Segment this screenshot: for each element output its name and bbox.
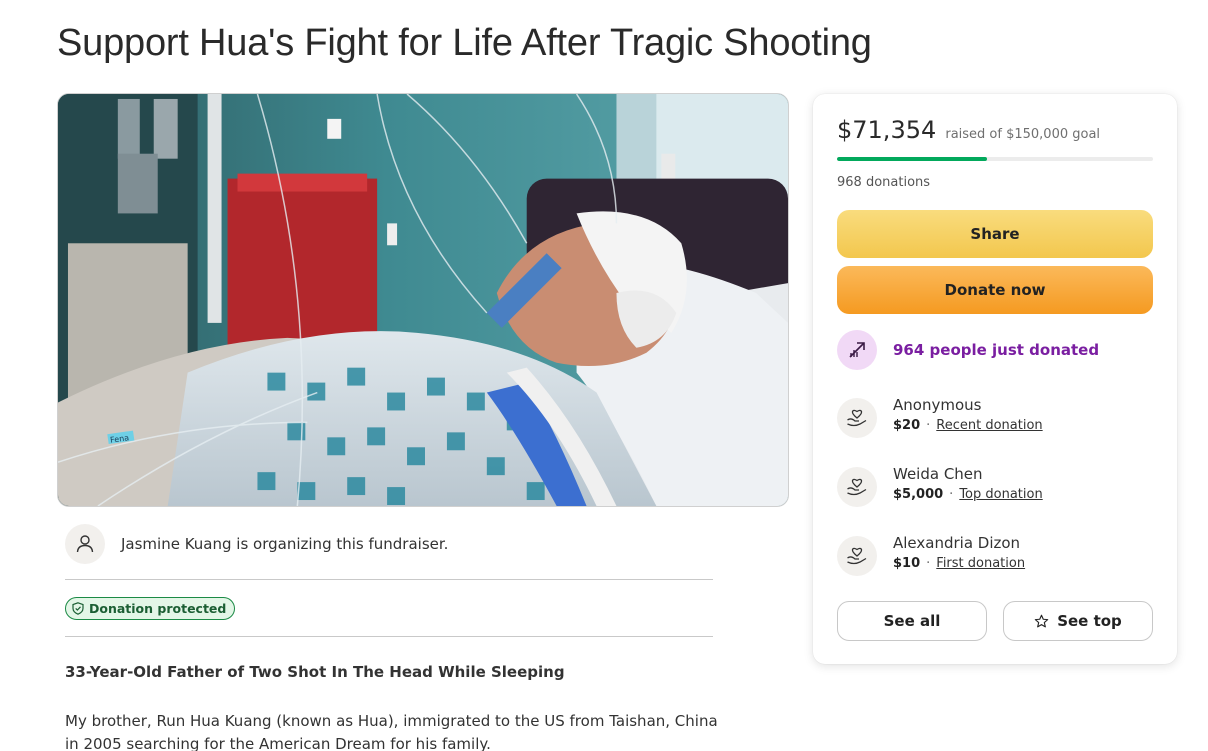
hero-photo: Fena bbox=[57, 93, 789, 507]
story-title: 33-Year-Old Father of Two Shot In The He… bbox=[65, 663, 565, 681]
badge-label: Donation protected bbox=[89, 601, 227, 616]
donor-item: Weida Chen $5,000 · Top donation bbox=[837, 465, 1043, 507]
separator-dot: · bbox=[949, 487, 954, 502]
donate-now-button[interactable]: Donate now bbox=[837, 266, 1153, 314]
raised-goal: raised of $150,000 goal bbox=[945, 127, 1101, 142]
trending-up-icon bbox=[837, 330, 877, 370]
hospital-photo: Fena bbox=[58, 94, 788, 506]
raised-row: $71,354 raised of $150,000 goal bbox=[837, 116, 1100, 144]
see-all-button[interactable]: See all bbox=[837, 601, 987, 641]
page-title: Support Hua's Fight for Life After Tragi… bbox=[57, 22, 872, 64]
donor-name: Anonymous bbox=[893, 396, 982, 414]
progress-bar bbox=[837, 157, 1153, 161]
story-body: My brother, Run Hua Kuang (known as Hua)… bbox=[65, 712, 718, 751]
shield-icon bbox=[72, 602, 84, 615]
see-top-label: See top bbox=[1057, 612, 1122, 630]
donor-amount: $10 bbox=[893, 556, 921, 571]
heart-hand-icon bbox=[837, 467, 877, 507]
person-icon bbox=[76, 535, 94, 553]
donor-amount: $5,000 bbox=[893, 487, 944, 502]
see-all-label: See all bbox=[883, 612, 941, 630]
donor-name: Alexandria Dizon bbox=[893, 534, 1021, 552]
heart-hand-icon bbox=[837, 536, 877, 576]
divider-top bbox=[65, 579, 713, 580]
star-icon bbox=[1034, 614, 1049, 627]
donor-item: Anonymous $20 · Recent donation bbox=[837, 396, 1043, 438]
progress-fill bbox=[837, 157, 988, 161]
trend-text: 964 people just donated bbox=[893, 341, 1100, 359]
see-top-button[interactable]: See top bbox=[1003, 601, 1153, 641]
donor-tag-link[interactable]: First donation bbox=[936, 556, 1025, 571]
share-button[interactable]: Share bbox=[837, 210, 1153, 258]
donation-card: $71,354 raised of $150,000 goal 968 dona… bbox=[813, 94, 1177, 664]
donor-tag-link[interactable]: Recent donation bbox=[936, 418, 1042, 433]
divider-bottom bbox=[65, 636, 713, 637]
donations-count: 968 donations bbox=[837, 175, 931, 190]
donor-tag-link[interactable]: Top donation bbox=[959, 487, 1042, 502]
heart-hand-icon bbox=[837, 398, 877, 438]
raised-amount: $71,354 bbox=[837, 116, 937, 144]
organizer-avatar bbox=[65, 524, 105, 564]
organizer-text: Jasmine Kuang is organizing this fundrai… bbox=[121, 535, 449, 553]
donor-name: Weida Chen bbox=[893, 465, 983, 483]
donor-amount: $20 bbox=[893, 418, 921, 433]
trend-row: 964 people just donated bbox=[837, 330, 1099, 370]
organizer-row: Jasmine Kuang is organizing this fundrai… bbox=[65, 524, 713, 564]
separator-dot: · bbox=[926, 418, 931, 433]
donation-protected-badge[interactable]: Donation protected bbox=[65, 597, 236, 620]
donor-item: Alexandria Dizon $10 · First donation bbox=[837, 534, 1025, 576]
separator-dot: · bbox=[926, 556, 931, 571]
